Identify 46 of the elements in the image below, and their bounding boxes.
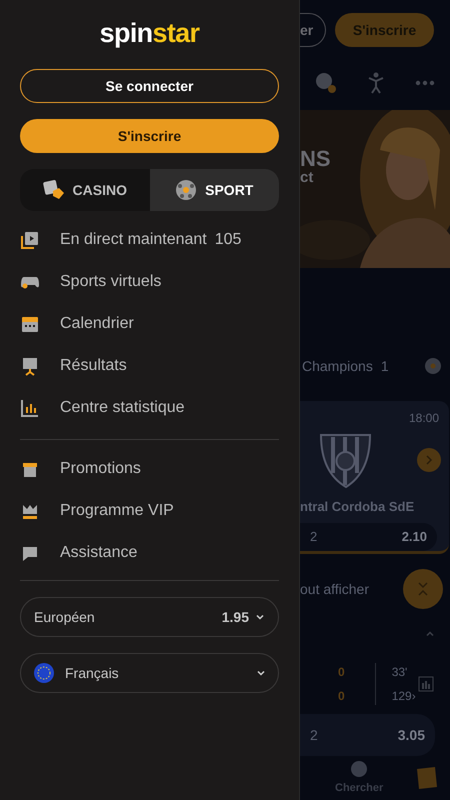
odds-button[interactable]: 2 2.10 xyxy=(300,522,437,551)
chevron-down-icon xyxy=(255,612,265,622)
video-icon xyxy=(20,230,40,250)
odds-button[interactable]: 2 3.05 xyxy=(300,714,435,756)
more-icon xyxy=(415,80,435,86)
banner-subtitle: ct xyxy=(300,170,314,185)
score: 0 xyxy=(338,664,345,681)
stats-icon xyxy=(418,676,434,692)
menu-item[interactable]: Sports virtuels xyxy=(20,261,279,303)
banner-title: NS xyxy=(300,148,332,170)
chevron-up-icon xyxy=(425,629,435,639)
bar-chart-icon xyxy=(20,398,40,418)
league-name: Champions xyxy=(302,356,373,376)
score: 0 xyxy=(338,688,345,705)
signup-button[interactable]: S'inscrire xyxy=(20,119,279,153)
dice-icon xyxy=(42,179,65,201)
league-count: 1 xyxy=(380,356,389,376)
tab[interactable]: CASINO xyxy=(20,169,150,211)
menu-item[interactable]: Programme VIP xyxy=(20,490,279,532)
collapse-button[interactable] xyxy=(403,569,443,609)
menu-item[interactable]: Résultats xyxy=(20,345,279,387)
easel-icon xyxy=(20,356,40,376)
club-crest-icon xyxy=(318,431,373,489)
odds-format-select[interactable]: Européen 1.95 xyxy=(20,597,279,637)
menu-item[interactable]: Centre statistique xyxy=(20,387,279,429)
menu-item[interactable]: En direct maintenant 105 xyxy=(20,219,279,261)
language-select[interactable]: Français xyxy=(20,653,279,693)
match-time: 18:00 xyxy=(408,410,439,427)
match-minute: 33' xyxy=(392,664,408,681)
collapse-icon xyxy=(417,582,429,596)
next-button[interactable] xyxy=(417,448,441,472)
menu-item[interactable]: Assistance xyxy=(20,532,279,574)
calendar-icon xyxy=(20,314,40,334)
eu-flag-icon xyxy=(33,662,55,684)
soccer-ball-icon xyxy=(175,179,198,201)
team-name: ntral Cordoba SdE xyxy=(300,498,416,516)
menu-item[interactable]: Promotions xyxy=(20,448,279,490)
login-button[interactable]: er xyxy=(300,13,326,47)
tab[interactable]: SPORT xyxy=(150,169,279,211)
athlete-icon xyxy=(367,72,385,94)
chevron-right-icon xyxy=(425,455,433,465)
logo: spinstar xyxy=(100,20,200,47)
chevron-down-icon xyxy=(256,668,266,678)
menu-item[interactable]: Calendrier xyxy=(20,303,279,345)
login-button[interactable]: Se connecter xyxy=(20,69,279,103)
soccer-ball-icon xyxy=(424,357,442,375)
